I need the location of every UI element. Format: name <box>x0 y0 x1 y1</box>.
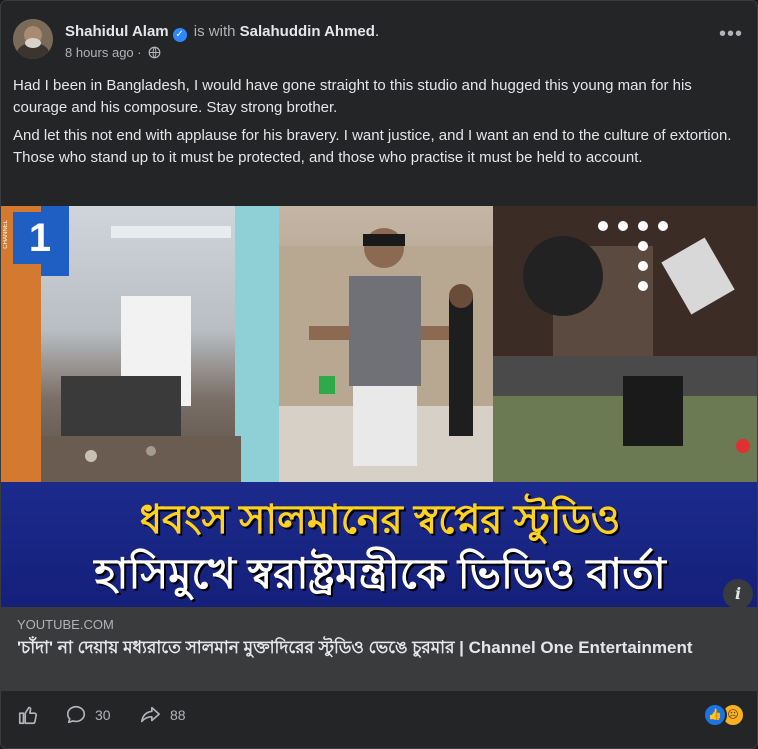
channel-logo: 1 <box>13 212 67 264</box>
comment-button[interactable]: 30 <box>65 703 111 727</box>
studio-damage-photo-left: 1 CHANNEL <box>1 206 279 482</box>
more-options-icon[interactable]: ••• <box>717 24 745 47</box>
author-line: Shahidul Alam ✓ is with Salahuddin Ahmed. <box>65 22 379 42</box>
tagged-person[interactable]: Salahuddin Ahmed <box>240 23 375 40</box>
verified-badge-icon: ✓ <box>172 28 187 42</box>
with-text: is with <box>193 23 236 40</box>
post-header: Shahidul Alam ✓ is with Salahuddin Ahmed.… <box>13 15 745 65</box>
banner-headline-1: ধবংস সালমানের স্বপ্নের স্টুডিও <box>139 498 621 542</box>
thumbnail-headline-banner: ধবংস সালমানের স্বপ্নের স্টুডিও হাসিমুখে … <box>1 482 757 607</box>
link-preview[interactable]: i YOUTUBE.COM 'চাঁদা' না দেয়ায় মধ্যরাত… <box>1 579 757 691</box>
man-in-studio-photo <box>279 206 493 482</box>
post-text: Had I been in Bangladesh, I would have g… <box>13 75 741 175</box>
post-paragraph-1: Had I been in Bangladesh, I would have g… <box>13 77 692 116</box>
reaction-summary[interactable]: 👍 ☹ <box>703 703 745 727</box>
share-button[interactable]: 88 <box>138 703 186 727</box>
link-domain: YOUTUBE.COM <box>17 617 114 632</box>
post-card: Shahidul Alam ✓ is with Salahuddin Ahmed.… <box>0 0 758 749</box>
like-button[interactable] <box>17 703 47 727</box>
post-paragraph-2: And let this not end with applause for h… <box>13 127 732 166</box>
author-name[interactable]: Shahidul Alam <box>65 23 169 40</box>
comment-count: 30 <box>95 707 111 723</box>
post-meta: 8 hours ago · <box>65 45 161 62</box>
tagged-period: . <box>374 23 380 40</box>
avatar[interactable] <box>13 19 53 59</box>
link-thumbnail[interactable]: 1 CHANNEL ধবংস সালমানের স্বপ্নের স্টুডিও… <box>1 206 757 607</box>
timestamp[interactable]: 8 hours ago <box>65 45 134 60</box>
damaged-makeup-room-photo <box>493 206 757 482</box>
info-icon[interactable]: i <box>723 579 753 609</box>
share-icon <box>140 706 160 723</box>
channel-logo-number: 1 <box>28 216 52 260</box>
share-count: 88 <box>170 707 186 723</box>
link-title[interactable]: 'চাঁদা' না দেয়ায় মধ্যরাতে সালমান মুক্ত… <box>17 637 717 659</box>
meta-separator: · <box>137 45 142 60</box>
channel-logo-text: CHANNEL <box>3 220 9 249</box>
like-icon <box>18 706 38 725</box>
like-reaction-icon: 👍 <box>703 703 727 727</box>
globe-icon[interactable] <box>148 46 161 62</box>
banner-headline-2: হাসিমুখে স্বরাষ্ট্রমন্ত্রীকে ভিডিও বার্ত… <box>94 550 666 597</box>
action-bar: 30 88 👍 ☹ <box>1 691 757 748</box>
comment-icon <box>66 705 86 724</box>
